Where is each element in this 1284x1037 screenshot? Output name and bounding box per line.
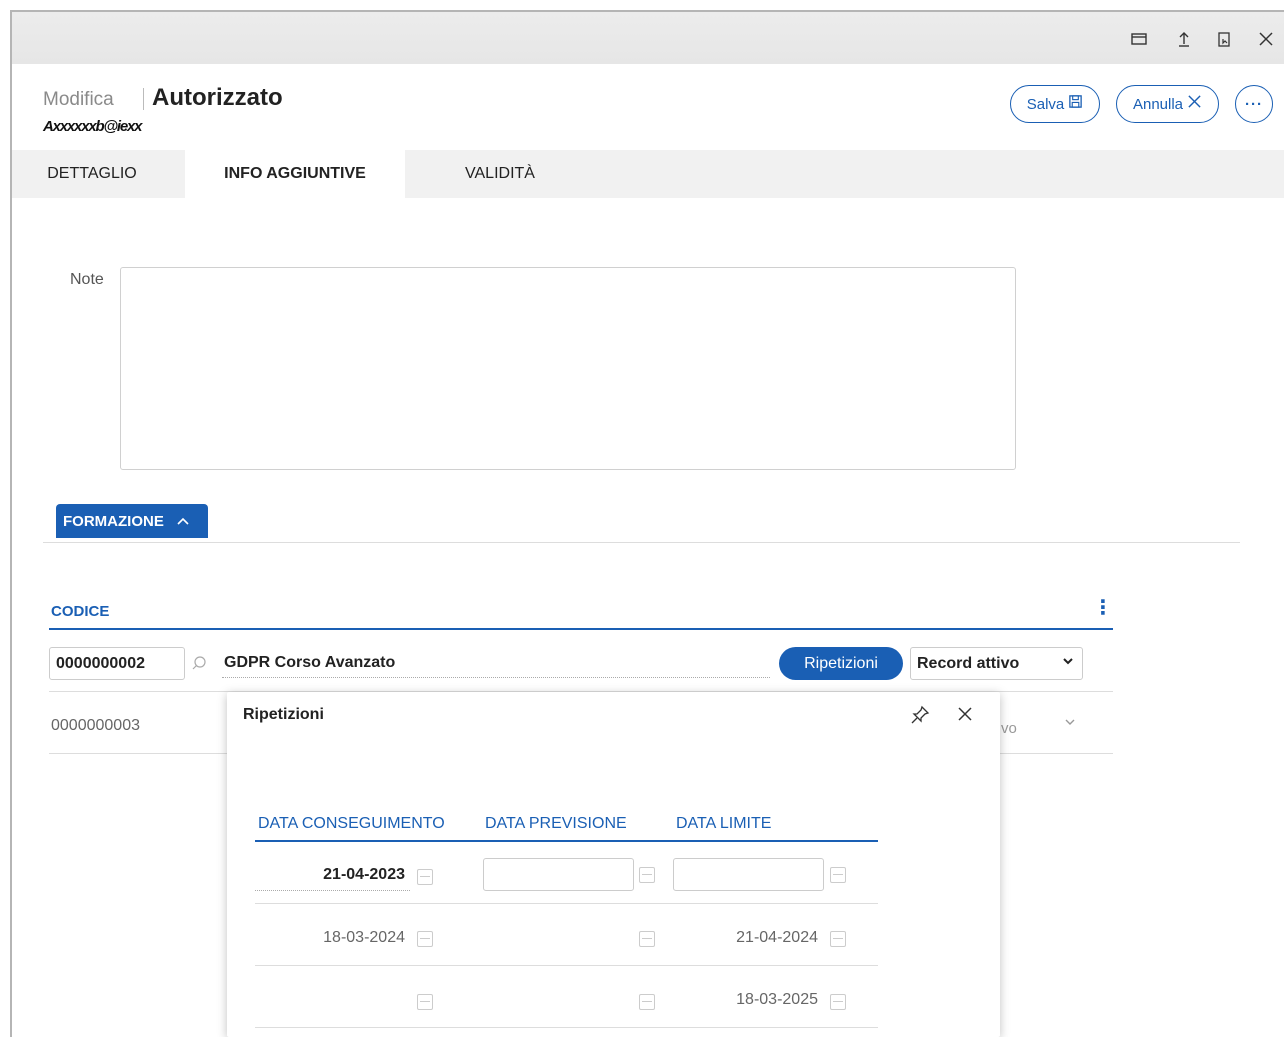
note-label: Note xyxy=(70,271,104,288)
note-textarea[interactable] xyxy=(120,267,1016,470)
window-icon[interactable] xyxy=(1129,30,1149,50)
code-input[interactable] xyxy=(49,647,185,680)
row-divider xyxy=(255,1027,878,1028)
close-icon[interactable] xyxy=(956,703,974,729)
date-limite[interactable]: 18-03-2025 xyxy=(678,991,818,1009)
calendar-icon[interactable] xyxy=(639,994,655,1010)
cancel-button[interactable]: Annulla xyxy=(1116,85,1219,123)
save-label: Salva xyxy=(1026,95,1065,113)
pin-icon[interactable] xyxy=(910,705,930,731)
save-button[interactable]: Salva xyxy=(1010,85,1100,123)
grid-header-line xyxy=(49,628,1113,630)
calendar-icon[interactable] xyxy=(417,994,433,1010)
popup-header-line xyxy=(255,840,878,842)
date-conseguimento[interactable]: 21-04-2023 xyxy=(265,866,405,884)
date-underline xyxy=(255,890,410,891)
tab-info-aggiuntive[interactable]: INFO AGGIUNTIVE xyxy=(185,150,405,198)
date-limite-input[interactable] xyxy=(673,858,824,891)
date-conseguimento[interactable]: 18-03-2024 xyxy=(265,929,405,947)
column-header-data-previsione[interactable]: DATA PREVISIONE xyxy=(485,815,627,833)
status-select[interactable]: Record attivo xyxy=(910,647,1083,680)
user-subtitle: Axxxxxxb@iexx xyxy=(43,118,142,135)
kebab-menu-icon[interactable]: ⋮ xyxy=(1093,597,1113,619)
chevron-down-icon[interactable] xyxy=(1064,715,1076,733)
calendar-icon[interactable] xyxy=(830,867,846,883)
calendar-icon[interactable] xyxy=(639,867,655,883)
mode-label: Modifica xyxy=(43,89,114,110)
course-underline xyxy=(222,677,770,678)
row-divider xyxy=(255,965,878,966)
bookmark-icon[interactable] xyxy=(1214,30,1234,50)
date-limite[interactable]: 21-04-2024 xyxy=(678,929,818,947)
date-previsione-input[interactable] xyxy=(483,858,634,891)
ellipsis-icon: ··· xyxy=(1245,95,1263,113)
calendar-icon[interactable] xyxy=(639,931,655,947)
save-icon xyxy=(1068,94,1083,114)
more-options-button[interactable]: ··· xyxy=(1235,85,1273,123)
calendar-icon[interactable] xyxy=(830,994,846,1010)
calendar-icon[interactable] xyxy=(830,931,846,947)
status-value: Record attivo xyxy=(917,654,1020,672)
ripetizioni-button[interactable]: Ripetizioni xyxy=(779,647,903,680)
column-header-codice[interactable]: CODICE xyxy=(51,603,109,620)
section-title: FORMAZIONE xyxy=(63,512,164,530)
section-divider xyxy=(43,542,1240,543)
calendar-icon[interactable] xyxy=(417,869,433,885)
table-row-code[interactable]: 0000000003 xyxy=(51,717,140,735)
chevron-up-icon xyxy=(176,513,190,530)
cancel-label: Annulla xyxy=(1132,95,1184,113)
upload-icon[interactable] xyxy=(1174,30,1194,50)
search-icon[interactable] xyxy=(191,655,209,673)
row-divider xyxy=(255,903,878,904)
column-header-data-conseguimento[interactable]: DATA CONSEGUIMENTO xyxy=(258,815,445,833)
page-title: Autorizzato xyxy=(152,84,283,111)
x-icon xyxy=(1187,94,1202,114)
section-tab-formazione[interactable]: FORMAZIONE xyxy=(56,504,208,538)
course-name: GDPR Corso Avanzato xyxy=(224,654,396,671)
chevron-down-icon xyxy=(1062,654,1074,670)
tab-validita[interactable]: VALIDITÀ xyxy=(420,150,580,198)
tab-dettaglio[interactable]: DETTAGLIO xyxy=(12,150,172,198)
column-header-data-limite[interactable]: DATA LIMITE xyxy=(676,815,771,833)
close-icon[interactable] xyxy=(1256,30,1276,50)
popup-title: Ripetizioni xyxy=(243,706,324,723)
calendar-icon[interactable] xyxy=(417,931,433,947)
window-titlebar xyxy=(12,12,1284,64)
breadcrumb-separator xyxy=(143,88,144,110)
row-status-partial: vo xyxy=(1001,720,1017,737)
